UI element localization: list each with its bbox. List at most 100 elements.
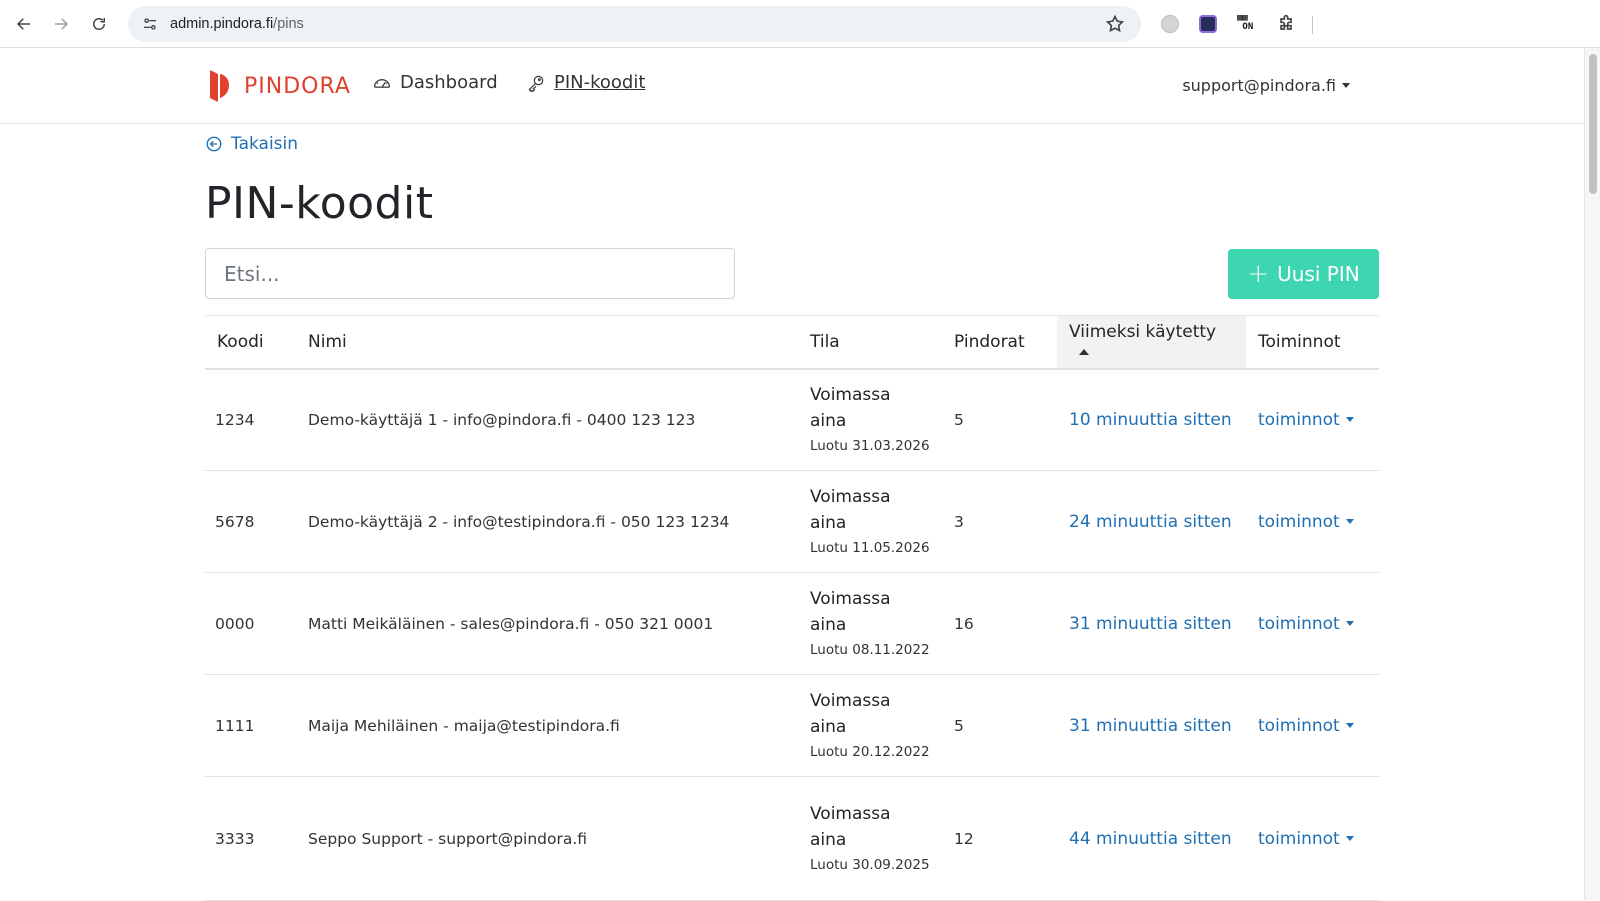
pin-state: Voimassa aina [810,803,891,850]
last-used-link[interactable]: 24 minuuttia sitten [1069,512,1232,532]
pindora-count: 12 [942,776,1057,901]
new-pin-button[interactable]: + Uusi PIN [1228,249,1379,299]
actions-cell: toiminnot [1246,368,1379,471]
pin-state: Voimassa aina [810,690,891,737]
actions-dropdown[interactable]: toiminnot [1258,410,1354,430]
pindora-count: 5 [942,368,1057,471]
speedometer-icon [373,78,391,88]
last-used-link[interactable]: 31 minuuttia sitten [1069,614,1232,634]
pin-created-date: Luotu 08.11.2022 [810,641,930,658]
table-row: 0000 Matti Meikäläinen - sales@pindora.fi… [205,572,1379,675]
nav-pin-codes-label: PIN-koodit [554,72,646,93]
pin-created-date: Luotu 11.05.2026 [810,539,930,556]
pin-created-date: Luotu 30.09.2025 [810,856,930,873]
pindora-logo-icon [210,70,229,102]
reload-icon[interactable] [83,8,115,40]
user-menu-dropdown[interactable]: support@pindora.fi [1182,76,1350,95]
pin-state-cell: Voimassa aina Luotu 31.03.2026 [798,368,942,471]
actions-dropdown-label: toiminnot [1258,613,1340,634]
nav-pin-codes[interactable]: PIN-koodit [526,72,645,93]
pin-state-cell: Voimassa aina Luotu 11.05.2026 [798,470,942,573]
pindora-count: 5 [942,674,1057,777]
nav-dashboard[interactable]: Dashboard [372,72,498,93]
column-header-last-used-label: Viimeksi käytetty [1069,321,1217,342]
url-text: admin.pindora.fi/pins [170,16,304,32]
pin-code: 1111 [205,674,296,777]
actions-dropdown-label: toiminnot [1258,409,1340,430]
actions-dropdown-label: toiminnot [1258,511,1340,532]
user-email: support@pindora.fi [1182,76,1336,95]
actions-dropdown[interactable]: toiminnot [1258,829,1354,849]
bookmark-star-icon[interactable] [1105,14,1125,34]
table-row: 3333 Seppo Support - support@pindora.fi Vo… [205,776,1379,901]
back-arrow-icon[interactable] [8,8,40,40]
pin-name: Demo-käyttäjä 1 - info@pindora.fi - 0400… [296,368,798,471]
last-used-link[interactable]: 10 minuuttia sitten [1069,410,1232,430]
extension-icon-3[interactable]: ▦▦ ON [1236,12,1260,36]
sort-ascending-icon [1079,348,1089,355]
table-header-row: Koodi Nimi Tila Pindorat Viimeksi käytet… [205,315,1379,370]
actions-cell: toiminnot [1246,470,1379,573]
pin-state: Voimassa aina [810,384,891,431]
actions-dropdown[interactable]: toiminnot [1258,716,1354,736]
browser-toolbar: admin.pindora.fi/pins ▦▦ ON [0,0,1600,48]
chevron-down-icon [1345,836,1354,841]
pin-code: 3333 [205,776,296,901]
nav-dashboard-label: Dashboard [400,72,498,93]
page-scrollbar[interactable] [1584,48,1600,900]
pin-created-date: Luotu 20.12.2022 [810,743,930,760]
column-header-name[interactable]: Nimi [296,315,798,370]
brand-name: PINDORA [244,73,351,99]
pin-name: Matti Meikäläinen - sales@pindora.fi - 0… [296,572,798,675]
pindora-count: 3 [942,470,1057,573]
chevron-down-icon [1345,621,1354,626]
actions-dropdown-label: toiminnot [1258,828,1340,849]
app-header: PINDORA Dashboard PIN-koodit support@pin… [0,48,1584,124]
pin-state: Voimassa aina [810,588,891,635]
search-input[interactable] [205,248,735,299]
last-used-cell: 31 minuuttia sitten [1057,572,1246,675]
pin-state-cell: Voimassa aina Luotu 20.12.2022 [798,674,942,777]
chevron-down-icon [1345,519,1354,524]
last-used-cell: 44 minuuttia sitten [1057,776,1246,901]
last-used-link[interactable]: 44 minuuttia sitten [1069,829,1232,849]
column-header-code[interactable]: Koodi [205,315,296,370]
puzzle-extensions-icon[interactable] [1274,12,1298,36]
address-bar[interactable]: admin.pindora.fi/pins [128,6,1141,42]
actions-dropdown-label: toiminnot [1258,715,1340,736]
pin-code: 0000 [205,572,296,675]
column-header-actions[interactable]: Toiminnot [1246,315,1379,370]
brand-logo[interactable]: PINDORA [208,67,351,105]
last-used-cell: 10 minuuttia sitten [1057,368,1246,471]
extension-icon-1[interactable] [1158,12,1182,36]
table-row: 1111 Maija Mehiläinen - maija@testipindor… [205,674,1379,777]
plus-icon: + [1247,259,1270,289]
scrollbar-thumb[interactable] [1589,54,1597,194]
back-link[interactable]: Takaisin [205,134,298,154]
pin-name: Seppo Support - support@pindora.fi [296,776,798,901]
key-icon [528,75,544,92]
table-row: 5678 Demo-käyttäjä 2 - info@testipindora.… [205,470,1379,573]
actions-cell: toiminnot [1246,572,1379,675]
chevron-down-icon [1345,723,1354,728]
new-pin-button-label: Uusi PIN [1277,262,1360,286]
actions-dropdown[interactable]: toiminnot [1258,614,1354,634]
pin-name: Maija Mehiläinen - maija@testipindora.fi [296,674,798,777]
extension-icon-2[interactable] [1196,12,1220,36]
pin-name: Demo-käyttäjä 2 - info@testipindora.fi -… [296,470,798,573]
last-used-cell: 24 minuuttia sitten [1057,470,1246,573]
url-host: admin.pindora.fi [170,16,274,32]
last-used-link[interactable]: 31 minuuttia sitten [1069,716,1232,736]
column-header-pindoras[interactable]: Pindorat [942,315,1057,370]
back-link-label: Takaisin [231,134,299,154]
url-path: /pins [273,16,304,32]
chevron-down-icon [1342,83,1350,88]
arrow-left-circle-icon [206,136,222,152]
actions-cell: toiminnot [1246,776,1379,901]
forward-arrow-icon[interactable] [45,8,77,40]
column-header-last-used[interactable]: Viimeksi käytetty [1057,315,1246,370]
column-header-state[interactable]: Tila [798,315,942,370]
actions-dropdown[interactable]: toiminnot [1258,512,1354,532]
site-settings-icon[interactable] [140,14,160,34]
pin-state-cell: Voimassa aina Luotu 30.09.2025 [798,776,942,901]
